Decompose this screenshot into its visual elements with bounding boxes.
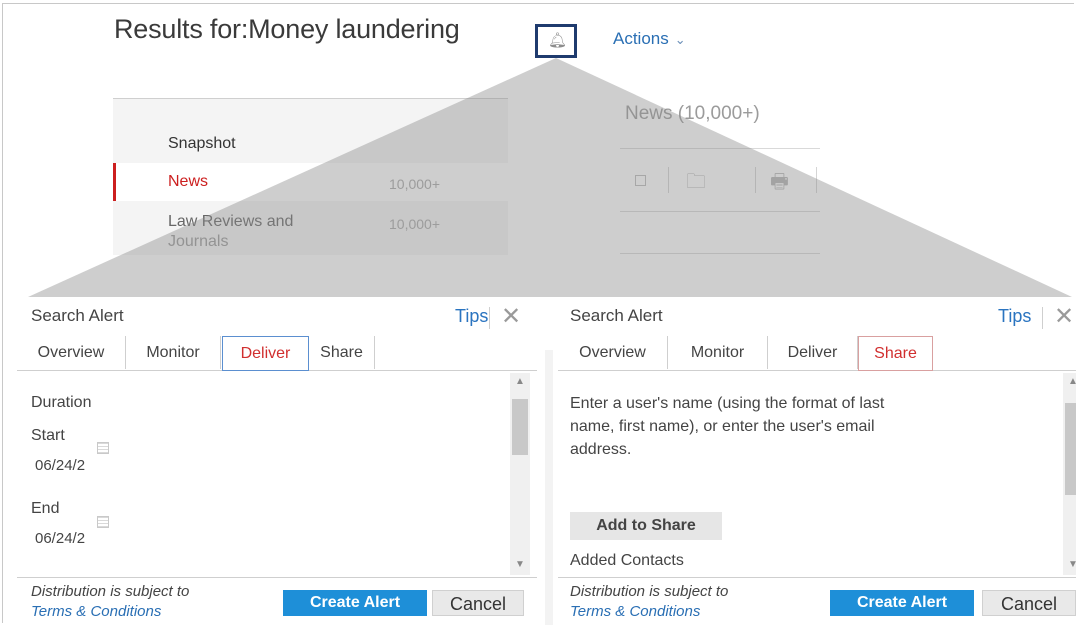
actions-label: Actions bbox=[613, 29, 669, 48]
tab-bar: Overview Monitor Deliver Share bbox=[17, 336, 537, 371]
terms-link[interactable]: Terms & Conditions bbox=[31, 603, 161, 620]
panel-title: Search Alert bbox=[570, 306, 663, 325]
add-to-share-button[interactable]: Add to Share bbox=[570, 512, 722, 540]
tab-overview[interactable]: Overview bbox=[17, 336, 126, 369]
scrollbar-thumb[interactable] bbox=[512, 399, 528, 455]
divider bbox=[489, 307, 490, 329]
added-contacts-label: Added Contacts bbox=[570, 552, 684, 569]
calendar-icon[interactable] bbox=[97, 516, 109, 528]
duration-label: Duration bbox=[31, 394, 92, 411]
share-instructions-line1: Enter a user's name (using the format of… bbox=[570, 395, 885, 412]
calendar-icon[interactable] bbox=[97, 442, 109, 454]
end-label: End bbox=[31, 500, 60, 517]
scrollbar-thumb[interactable] bbox=[1065, 403, 1076, 495]
tab-share[interactable]: Share bbox=[309, 336, 375, 369]
nav-item-label: Snapshot bbox=[168, 135, 236, 152]
terms-link[interactable]: Terms & Conditions bbox=[570, 603, 700, 620]
print-icon[interactable]: 🖶︎ bbox=[770, 167, 789, 201]
bell-icon[interactable]: 🔔︎ bbox=[548, 31, 567, 49]
nav-item-count: 10,000+ bbox=[389, 176, 440, 192]
start-label: Start bbox=[31, 427, 65, 444]
close-icon[interactable]: ✕ bbox=[1054, 302, 1074, 331]
scrollbar[interactable]: ▲ ▼ bbox=[1063, 373, 1076, 575]
panel-footer: Distribution is subject to Terms & Condi… bbox=[17, 577, 537, 626]
search-alert-panel-share: Search Alert Tips ✕ Overview Monitor Del… bbox=[558, 297, 1076, 625]
create-alert-button[interactable]: Create Alert bbox=[830, 590, 974, 616]
panel-title: Search Alert bbox=[31, 306, 124, 325]
end-date-field[interactable]: 06/24/2 bbox=[35, 530, 85, 547]
alert-highlight-box[interactable]: 🔔︎ bbox=[535, 24, 577, 58]
scroll-up-icon[interactable]: ▲ bbox=[515, 376, 525, 387]
actions-menu[interactable]: Actions ⌄ bbox=[613, 29, 686, 49]
tips-link[interactable]: Tips bbox=[455, 306, 488, 327]
tab-deliver[interactable]: Deliver bbox=[222, 336, 309, 371]
nav-item-label-line2: Journals bbox=[168, 233, 229, 250]
select-all-checkbox[interactable] bbox=[635, 175, 646, 186]
nav-item-label: News bbox=[168, 173, 209, 190]
cancel-button[interactable]: Cancel bbox=[432, 590, 524, 616]
panel-gap bbox=[545, 350, 553, 625]
tab-monitor[interactable]: Monitor bbox=[126, 336, 221, 369]
tab-bar: Overview Monitor Deliver Share bbox=[558, 336, 1076, 371]
toolbar-divider bbox=[755, 167, 756, 193]
scroll-up-icon[interactable]: ▲ bbox=[1068, 376, 1076, 387]
tips-link[interactable]: Tips bbox=[998, 306, 1031, 327]
news-heading: News (10,000+) bbox=[625, 103, 760, 124]
scroll-down-icon[interactable]: ▼ bbox=[515, 559, 525, 570]
results-nav: Snapshot News 10,000+ Law Reviews and Jo… bbox=[113, 98, 508, 255]
search-alert-panel-deliver: Search Alert Tips ✕ Overview Monitor Del… bbox=[17, 297, 537, 625]
start-date-field[interactable]: 06/24/2 bbox=[35, 457, 85, 474]
news-toolbar: 🗀︎ 🖶︎ bbox=[620, 148, 820, 212]
divider bbox=[620, 253, 820, 254]
nav-item-law-reviews[interactable]: Law Reviews and Journals 10,000+ bbox=[113, 203, 508, 253]
nav-item-snapshot[interactable]: Snapshot bbox=[113, 125, 508, 163]
toolbar-divider bbox=[668, 167, 669, 193]
tab-monitor[interactable]: Monitor bbox=[668, 336, 768, 369]
scrollbar[interactable]: ▲ ▼ bbox=[510, 373, 530, 575]
scroll-down-icon[interactable]: ▼ bbox=[1068, 559, 1076, 570]
nav-item-label: Law Reviews and bbox=[168, 213, 294, 230]
tab-deliver[interactable]: Deliver bbox=[768, 336, 858, 369]
panel-footer: Distribution is subject to Terms & Condi… bbox=[558, 577, 1076, 626]
tab-overview[interactable]: Overview bbox=[558, 336, 668, 369]
distribution-text: Distribution is subject to bbox=[31, 583, 190, 600]
share-instructions-line3: address. bbox=[570, 441, 632, 458]
cancel-button[interactable]: Cancel bbox=[982, 590, 1076, 616]
distribution-text: Distribution is subject to bbox=[570, 583, 729, 600]
toolbar-divider bbox=[816, 167, 817, 193]
nav-item-count: 10,000+ bbox=[389, 216, 440, 232]
share-instructions-line2: name, first name), or enter the user's e… bbox=[570, 418, 875, 435]
close-icon[interactable]: ✕ bbox=[501, 302, 521, 331]
folder-icon[interactable]: 🗀︎ bbox=[686, 167, 706, 201]
nav-item-news[interactable]: News 10,000+ bbox=[113, 163, 508, 201]
chevron-down-icon: ⌄ bbox=[674, 32, 686, 47]
divider bbox=[1042, 307, 1043, 329]
page-title: Results for:Money laundering bbox=[114, 14, 460, 44]
create-alert-button[interactable]: Create Alert bbox=[283, 590, 427, 616]
tab-share[interactable]: Share bbox=[858, 336, 933, 371]
